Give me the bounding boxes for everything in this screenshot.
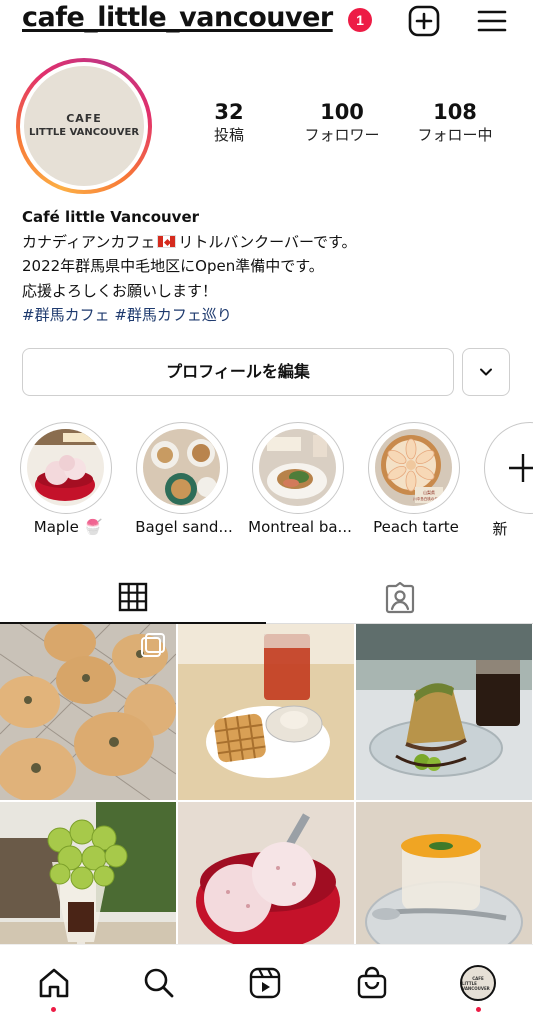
highlight-thumbnail bbox=[27, 429, 104, 506]
highlight-label: Bagel sand... bbox=[135, 518, 233, 536]
tagged-person-icon bbox=[385, 581, 414, 613]
post-chiffon-cake[interactable] bbox=[356, 624, 532, 800]
profile-avatar-story-ring[interactable]: CAFE LITTLE VANCOUVER bbox=[16, 58, 152, 194]
highlight-montreal-bagel[interactable]: Montreal ba... bbox=[248, 422, 352, 536]
posts-count[interactable]: 32 投稿 bbox=[174, 100, 284, 146]
hamburger-menu-icon[interactable] bbox=[475, 4, 509, 38]
suggestions-dropdown-button[interactable] bbox=[462, 348, 510, 396]
top-bar: cafe_little_vancouver 1 bbox=[0, 0, 533, 42]
stat-label: フォロワー bbox=[304, 126, 380, 144]
tab-posts-grid[interactable] bbox=[0, 572, 266, 624]
post-bagels[interactable] bbox=[0, 624, 176, 800]
highlight-bagel-sandwich[interactable]: Bagel sand... bbox=[135, 422, 233, 536]
profile-notification-dot bbox=[476, 1007, 481, 1012]
stat-label: フォロー中 bbox=[417, 126, 493, 144]
shop-icon bbox=[357, 966, 387, 999]
new-post-plus-square-icon[interactable] bbox=[407, 4, 441, 38]
grid-icon bbox=[118, 582, 148, 612]
notification-badge[interactable]: 1 bbox=[348, 8, 372, 32]
peach-sign-line1: 山梨県 bbox=[423, 489, 435, 495]
nav-shop[interactable] bbox=[352, 963, 392, 1003]
highlight-maple[interactable]: Maple 🍧 bbox=[20, 422, 112, 536]
post-waffle[interactable] bbox=[178, 624, 354, 800]
highlight-label: Montreal ba... bbox=[248, 518, 352, 536]
highlight-label: 新 bbox=[492, 520, 508, 538]
highlight-thumbnail bbox=[259, 429, 336, 506]
profile-avatar: CAFE LITTLE VANCOUVER bbox=[460, 965, 496, 1001]
highlight-peach-tarte[interactable]: 山梨県 川中島白桃のタルト Peach tarte bbox=[368, 422, 460, 536]
nav-avatar-line2: LITTLE VANCOUVER bbox=[462, 980, 490, 991]
bio-line-1-text: カナディアンカフェ bbox=[22, 232, 156, 251]
nav-reels[interactable] bbox=[245, 963, 285, 1003]
profile-avatar: CAFE LITTLE VANCOUVER bbox=[24, 66, 144, 186]
chevron-down-icon bbox=[480, 368, 492, 376]
highlight-thumbnail bbox=[143, 429, 220, 506]
reels-icon bbox=[249, 967, 281, 999]
search-icon bbox=[144, 968, 174, 998]
avatar-logo-line2: LITTLE VANCOUVER bbox=[28, 127, 140, 138]
following-count[interactable]: 108 フォロー中 bbox=[400, 100, 510, 146]
nav-home[interactable] bbox=[34, 963, 74, 1003]
profile-bio: Café little Vancouver カナディアンカフェ リトルバンクーバー… bbox=[22, 205, 512, 328]
bio-line-1-text-after: リトルバンクーバーです。 bbox=[178, 232, 357, 251]
bottom-navigation: CAFE LITTLE VANCOUVER bbox=[0, 944, 533, 1024]
canada-flag-icon bbox=[157, 234, 177, 248]
username-dropdown[interactable]: cafe_little_vancouver bbox=[22, 2, 333, 33]
stat-value: 108 bbox=[433, 100, 477, 124]
peach-sign-line2: 川中島白桃のタルト bbox=[413, 496, 445, 501]
followers-count[interactable]: 100 フォロワー bbox=[287, 100, 397, 146]
stat-label: 投稿 bbox=[213, 126, 244, 144]
home-notification-dot bbox=[51, 1007, 56, 1012]
home-icon bbox=[39, 968, 69, 998]
nav-search[interactable] bbox=[139, 963, 179, 1003]
edit-profile-button[interactable]: プロフィールを編集 bbox=[22, 348, 454, 396]
highlight-new[interactable]: 新 bbox=[484, 422, 533, 538]
plus-icon bbox=[509, 454, 533, 482]
bio-line-1: カナディアンカフェ リトルバンクーバーです。 bbox=[22, 230, 512, 255]
tab-tagged[interactable] bbox=[266, 572, 533, 624]
nav-profile[interactable]: CAFE LITTLE VANCOUVER bbox=[458, 963, 498, 1003]
stat-value: 100 bbox=[320, 100, 364, 124]
highlight-thumbnail: 山梨県 川中島白桃のタルト bbox=[375, 429, 452, 506]
bio-line-3: 応援よろしくお願いします！ bbox=[22, 281, 218, 300]
stat-value: 32 bbox=[214, 100, 244, 124]
avatar-logo-line1: CAFE bbox=[66, 112, 102, 125]
display-name: Café little Vancouver bbox=[22, 208, 200, 226]
bio-line-2: 2022年群馬県中毛地区にOpen準備中です。 bbox=[22, 257, 324, 275]
highlight-label: Maple 🍧 bbox=[33, 518, 103, 536]
bio-hashtags[interactable]: #群馬カフェ #群馬カフェ巡り bbox=[22, 303, 512, 328]
